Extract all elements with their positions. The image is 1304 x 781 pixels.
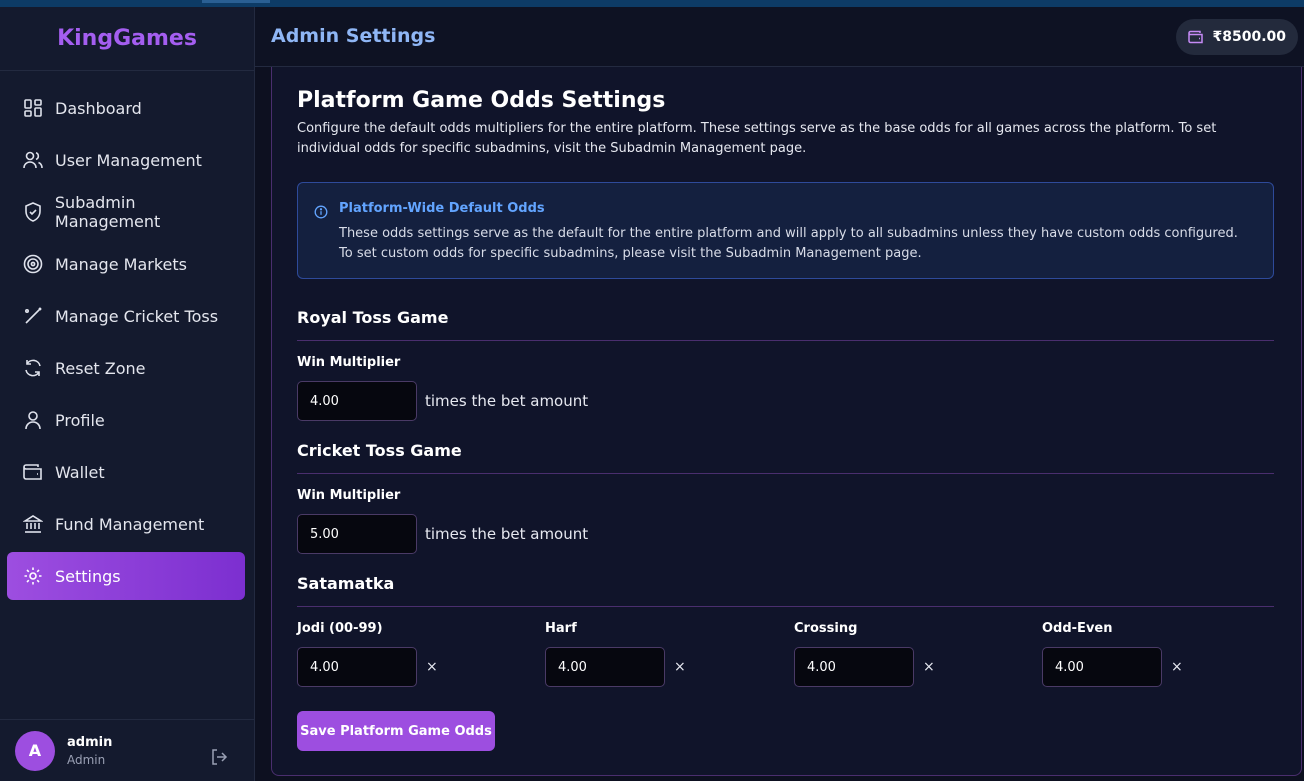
crossing-label: Crossing (794, 621, 858, 636)
sidebar-item-label: Subadmin Management (54, 193, 161, 231)
user-role: Admin (67, 752, 106, 767)
divider (297, 340, 1274, 341)
times-symbol: × (674, 659, 686, 675)
brand-logo[interactable]: KingGames (0, 7, 254, 71)
user-info: admin Admin (67, 735, 112, 767)
user-icon (23, 410, 43, 430)
harf-odds-input[interactable] (545, 647, 665, 687)
logout-icon[interactable] (210, 748, 228, 770)
odd-even-odds-input[interactable] (1042, 647, 1162, 687)
sidebar-item-user-management[interactable]: User Management (7, 136, 245, 184)
sidebar-item-label: Settings (55, 566, 121, 586)
info-title: Platform-Wide Default Odds (339, 201, 545, 216)
info-body: These odds settings serve as the default… (339, 226, 1238, 261)
royal-toss-multiplier-input[interactable] (297, 381, 417, 421)
sidebar-item-fund-management[interactable]: Fund Management (7, 500, 245, 548)
satamatka-heading: Satamatka (297, 574, 395, 593)
dashboard-icon (23, 98, 43, 118)
royal-toss-suffix: times the bet amount (425, 392, 589, 410)
sidebar-item-reset-zone[interactable]: Reset Zone (7, 344, 245, 392)
target-icon (23, 254, 43, 274)
sidebar-item-label: Manage Cricket Toss (55, 306, 219, 326)
sidebar-item-subadmin-management[interactable]: Subadmin Management (7, 188, 245, 236)
page-title: Admin Settings (271, 25, 436, 47)
info-alert: Platform-Wide Default Odds These odds se… (297, 182, 1274, 279)
royal-toss-multiplier-label: Win Multiplier (297, 355, 401, 370)
sidebar-item-settings[interactable]: Settings (7, 552, 245, 600)
cricket-toss-multiplier-input[interactable] (297, 514, 417, 554)
crossing-odds-input[interactable] (794, 647, 914, 687)
royal-toss-heading: Royal Toss Game (297, 308, 449, 327)
sidebar-item-label: Fund Management (55, 514, 205, 534)
sidebar-item-wallet[interactable]: Wallet (7, 448, 245, 496)
times-symbol: × (923, 659, 935, 675)
times-symbol: × (1171, 659, 1183, 675)
section-title: Platform Game Odds Settings (297, 88, 666, 113)
refresh-icon (23, 358, 43, 378)
cricket-toss-suffix: times the bet amount (425, 525, 589, 543)
browser-tab-indicator (202, 0, 270, 3)
jodi-label: Jodi (00-99) (297, 621, 383, 636)
avatar[interactable]: A (15, 730, 55, 771)
section-description: Configure the default odds multipliers f… (297, 121, 1217, 156)
jodi-odds-input[interactable] (297, 647, 417, 687)
cricket-toss-multiplier-label: Win Multiplier (297, 488, 401, 503)
sidebar-nav: Dashboard User Management Subadmin Manag… (0, 71, 254, 600)
sidebar-item-manage-markets[interactable]: Manage Markets (7, 240, 245, 288)
user-name: admin (67, 734, 113, 750)
gear-icon (23, 566, 43, 586)
sidebar-item-label: Profile (55, 410, 105, 430)
times-symbol: × (426, 659, 438, 675)
browser-top-strip (0, 0, 1304, 7)
sidebar-item-label: User Management (55, 150, 202, 170)
wallet-balance: ₹8500.00 (1212, 29, 1286, 45)
users-icon (23, 150, 43, 170)
sidebar-item-label: Reset Zone (55, 358, 146, 378)
wallet-icon (1188, 30, 1204, 44)
top-header: Admin Settings ₹8500.00 (255, 7, 1304, 67)
user-profile-footer: A admin Admin (0, 719, 254, 781)
info-icon (314, 204, 328, 223)
sidebar-item-label: Manage Markets (55, 254, 187, 274)
sidebar-item-label: Dashboard (55, 98, 142, 118)
sidebar-item-dashboard[interactable]: Dashboard (7, 84, 245, 132)
sidebar-item-label: Wallet (55, 462, 105, 482)
sidebar-item-manage-cricket-toss[interactable]: Manage Cricket Toss (7, 292, 245, 340)
shield-icon (23, 202, 43, 222)
sidebar-item-profile[interactable]: Profile (7, 396, 245, 444)
sidebar: KingGames Dashboard User Management Suba… (0, 7, 255, 781)
divider (297, 606, 1274, 607)
divider (297, 473, 1274, 474)
cricket-toss-heading: Cricket Toss Game (297, 441, 462, 460)
bank-icon (23, 514, 43, 534)
odds-settings-card: Platform Game Odds Settings Configure th… (271, 67, 1302, 776)
wallet-balance-pill[interactable]: ₹8500.00 (1176, 19, 1298, 55)
harf-label: Harf (545, 621, 577, 636)
save-odds-button[interactable]: Save Platform Game Odds (297, 711, 495, 751)
odd-even-label: Odd-Even (1042, 621, 1113, 636)
wallet-icon (23, 462, 43, 482)
bat-icon (23, 306, 43, 326)
